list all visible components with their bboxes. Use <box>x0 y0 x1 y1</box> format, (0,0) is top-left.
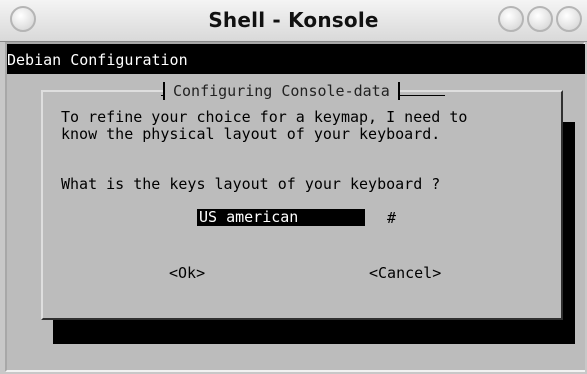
terminal-header-text: Debian Configuration <box>7 51 188 69</box>
terminal-area[interactable]: Debian Configuration Configuring Console… <box>7 44 585 370</box>
keyboard-layout-dialog: Configuring Console-data To refine your … <box>41 82 563 320</box>
window-titlebar[interactable]: Shell - Konsole <box>0 0 587 42</box>
maximize-button-icon[interactable] <box>527 6 553 32</box>
keyboard-layout-select[interactable]: US american <box>197 209 365 226</box>
dialog-title: Configuring Console-data <box>163 82 400 100</box>
konsole-window: Shell - Konsole Debian Configuration Con… <box>0 0 587 374</box>
scroll-marker: # <box>387 209 397 227</box>
cancel-button[interactable]: <Cancel> <box>369 264 441 282</box>
dialog-text-line-1: To refine your choice for a keymap, I ne… <box>61 108 468 126</box>
dialog-text-line-2: know the physical layout of your keyboar… <box>61 125 441 143</box>
minimize-button-icon[interactable] <box>498 6 524 32</box>
close-button-icon[interactable] <box>556 6 582 32</box>
dialog-question: What is the keys layout of your keyboard… <box>61 175 441 193</box>
ok-button[interactable]: <Ok> <box>169 264 205 282</box>
terminal-header-bar: Debian Configuration <box>7 44 585 74</box>
